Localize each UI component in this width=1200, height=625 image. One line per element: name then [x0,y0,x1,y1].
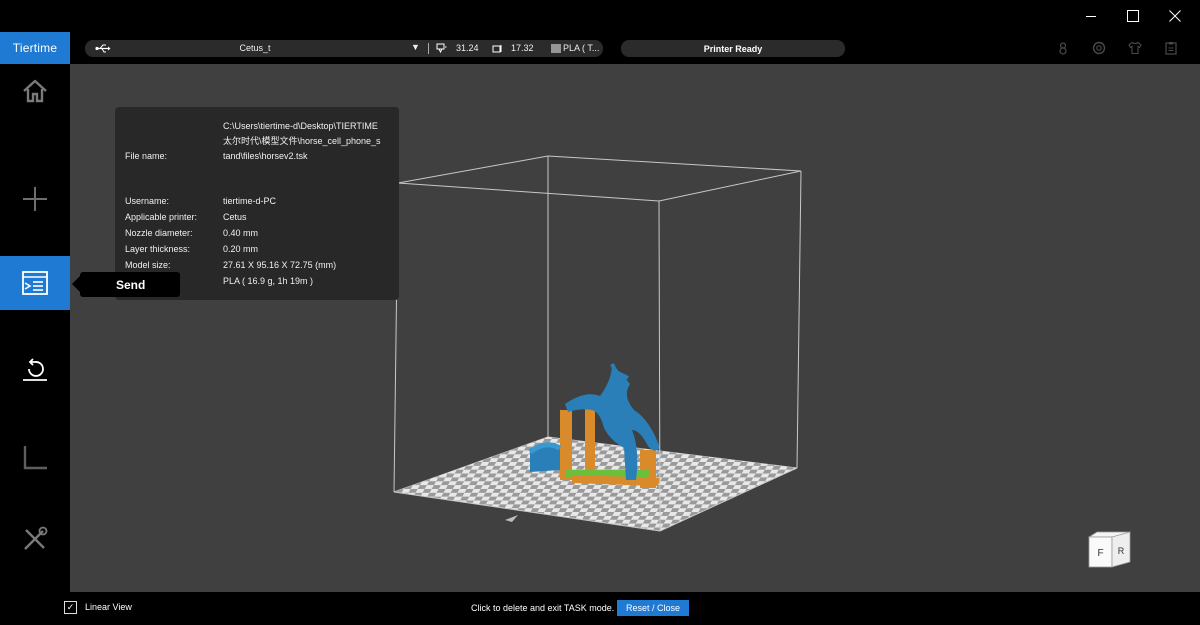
nozzle-temp: 31.24 [456,43,479,53]
info-value-nozzle: 0.40 mm [223,228,259,238]
info-value-username: tiertime-d-PC [223,196,277,206]
info-label: Nozzle diameter: [125,228,193,238]
home-icon [23,79,47,103]
bed-icon [492,45,502,53]
sidebar: Tiertime [0,32,70,625]
info-value-printer: Cetus [223,212,247,222]
sidebar-item-home[interactable] [0,64,70,118]
linear-view-checkbox[interactable]: ✓ [64,601,77,614]
printer-selector[interactable]: Cetus_t ▼ 31.24 17.32 PLA ( T... [85,40,603,57]
task-mode-hint: Click to delete and exit TASK mode. [471,603,615,613]
send-icon [22,271,48,295]
view-cube[interactable]: F R [1087,531,1131,569]
maximize-button[interactable] [1112,0,1154,32]
bed-marker [505,515,518,522]
close-icon [1169,10,1181,22]
printer-status: Printer Ready [621,40,845,57]
material-label: PLA ( T... [563,43,600,53]
toolbar: Cetus_t ▼ 31.24 17.32 PLA ( T... Printer… [70,32,1200,64]
linear-view-label: Linear View [85,602,132,612]
minimize-icon [1086,16,1096,17]
horse-model[interactable] [528,363,660,488]
maximize-icon [1127,10,1139,22]
close-button[interactable] [1154,0,1196,32]
view-cube-front[interactable]: F [1097,548,1103,559]
sidebar-item-tools[interactable] [0,512,70,566]
measure-icon [23,446,47,470]
settings-icon[interactable] [1092,41,1106,55]
info-value-layer: 0.20 mm [223,244,259,254]
send-tooltip: Send [72,272,180,297]
filament-icon [551,44,561,53]
build-box [393,155,802,493]
info-value-file-name: C:\Users\tiertime-d\Desktop\TIERTIME太尔时代… [223,121,381,161]
rotate-icon [23,358,47,381]
print-bed [394,437,797,531]
info-value-material: PLA ( 16.9 g, 1h 19m ) [223,276,314,286]
view-cube-right[interactable]: R [1118,546,1125,556]
info-label: Username: [125,196,170,206]
title-bar [0,0,1200,32]
info-label: Layer thickness: [125,244,191,254]
info-value-model-size: 27.61 X 95.16 X 72.75 (mm) [223,260,337,270]
tools-icon [24,526,48,550]
nozzle-icon [436,43,447,54]
sidebar-item-add[interactable] [0,172,70,226]
bed-temp: 17.32 [511,43,534,53]
clipboard-icon[interactable] [1164,41,1178,55]
chevron-down-icon[interactable]: ▼ [411,42,420,52]
shirt-icon[interactable] [1128,41,1142,55]
info-label: Model size: [125,260,171,270]
brand-logo: Tiertime [0,32,70,64]
minimize-button[interactable] [1070,0,1112,32]
sidebar-item-rotate[interactable] [0,342,70,396]
info-label: File name: [125,151,168,161]
usb-icon [95,44,111,53]
bottom-bar: ✓ Linear View Click to delete and exit T… [0,592,1200,625]
sidebar-item-send[interactable] [0,256,70,310]
printer-name: Cetus_t [239,43,271,53]
divider [428,43,429,54]
add-icon [23,187,47,211]
user-icon[interactable] [1056,41,1070,55]
reset-close-button[interactable]: Reset / Close [617,600,689,616]
sidebar-item-measure[interactable] [0,430,70,484]
info-label: Applicable printer: [125,212,198,222]
